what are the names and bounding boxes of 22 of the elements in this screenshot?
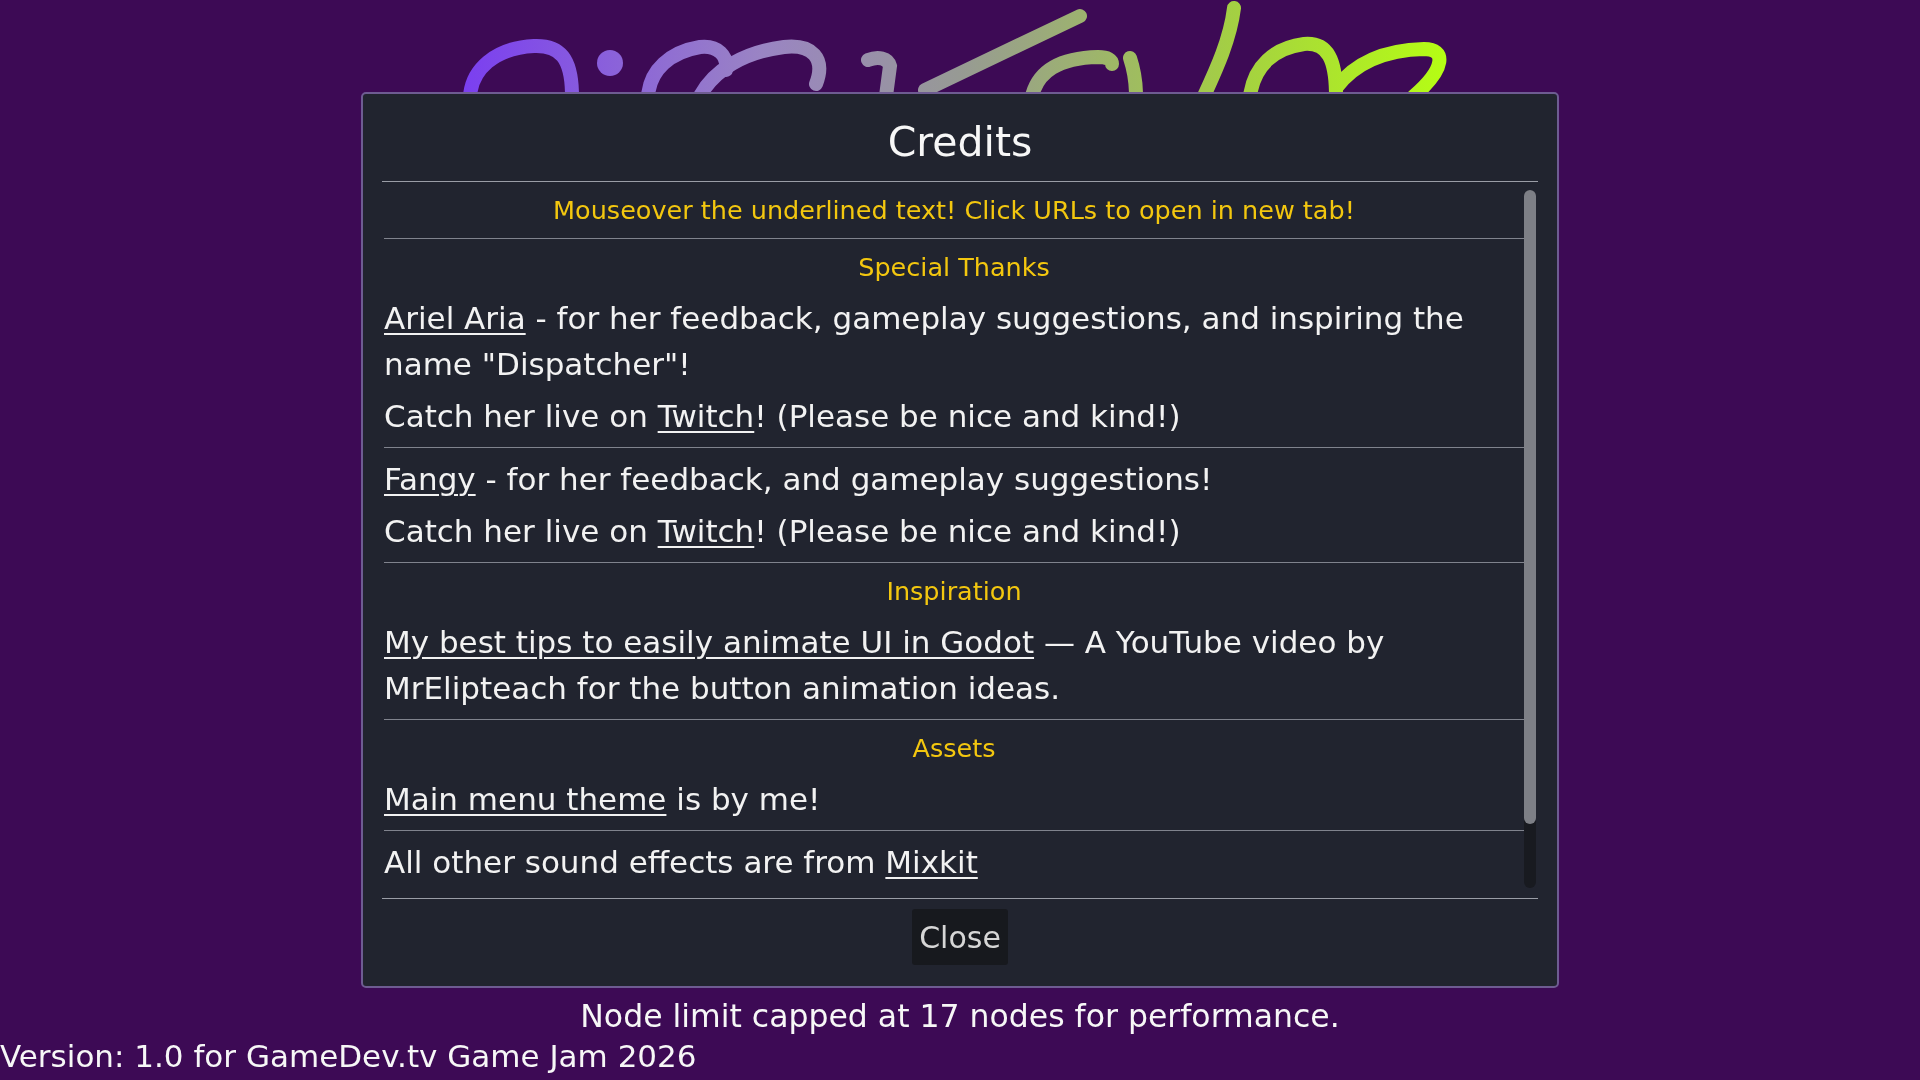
text-link[interactable]: Twitch [657, 398, 755, 434]
credit-text: Main menu theme is by me! [384, 780, 821, 819]
close-button[interactable]: Close [912, 909, 1008, 965]
version-text: Version: 1.0 for GameDev.tv Game Jam 2026 [0, 1038, 697, 1074]
credit-text: All other sound effects are from Mixkit [384, 843, 978, 882]
text-link[interactable]: Ariel Aria [384, 300, 526, 336]
text-link[interactable]: My best tips to easily animate UI in Godot [384, 624, 1035, 660]
text-link[interactable]: Main menu theme [384, 781, 667, 817]
section-heading: Inspiration [886, 575, 1022, 608]
section-heading: Assets [912, 732, 996, 765]
credit-text: Fangy - for her feedback, and gameplay suggestions! [384, 460, 1213, 499]
node-limit-text: Node limit capped at 17 nodes for performance. [580, 998, 1340, 1034]
credit-text: My best tips to easily animate UI in Godot — A YouTube video by MrElipteach for the button animation ideas. [384, 623, 1386, 708]
credit-text: Ariel Aria - for her feedback, gameplay suggestions, and inspiring the name "Dispatcher"! [384, 299, 1465, 384]
notice-text: Mouseover the underlined text! Click URLs to open in new tab! [553, 194, 1355, 227]
credit-text: Catch her live on Twitch! (Please be nice and kind!) [384, 397, 1181, 436]
text-link[interactable]: Fangy [384, 461, 476, 497]
text-link[interactable]: Twitch [657, 513, 755, 549]
credit-text: Catch her live on Twitch! (Please be nice and kind!) [384, 512, 1181, 551]
section-heading: Special Thanks [858, 251, 1050, 284]
dialog-title: Credits [887, 117, 1033, 168]
text-link[interactable]: Mixkit [885, 844, 978, 880]
